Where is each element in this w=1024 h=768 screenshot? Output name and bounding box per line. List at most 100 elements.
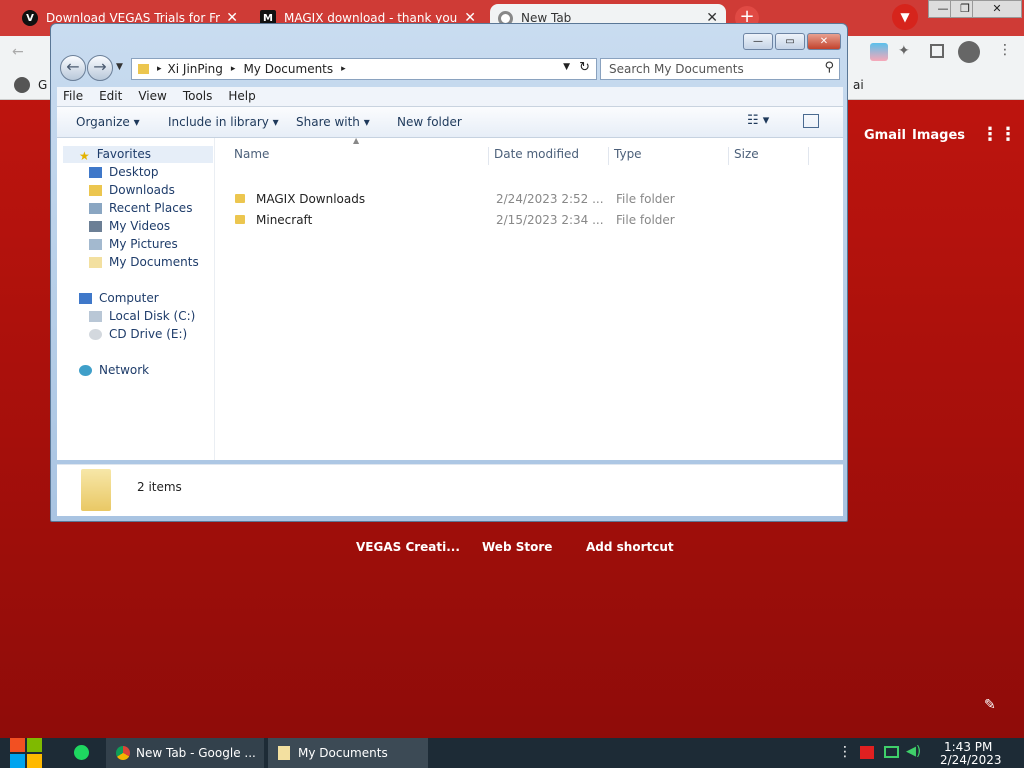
recent-pages-icon[interactable]: ▼ — [116, 62, 123, 72]
avatar[interactable] — [958, 41, 980, 63]
menu-help[interactable]: Help — [222, 87, 261, 106]
search-input[interactable]: Search My Documents ⚲ — [600, 58, 840, 80]
vegas-favicon-icon: V — [22, 10, 38, 26]
address-dropdown-icon[interactable]: ▼ — [563, 62, 570, 72]
nav-favorites[interactable]: ★ Favorites — [79, 147, 151, 163]
downloads-icon — [89, 184, 102, 196]
extensions-icon[interactable]: ✦ — [898, 43, 910, 59]
network-status-icon[interactable] — [884, 746, 899, 758]
nav-local-disk[interactable]: Local Disk (C:) — [89, 309, 195, 323]
desktop-icon — [89, 166, 102, 178]
column-type[interactable]: Type — [609, 147, 729, 165]
star-icon: ★ — [79, 148, 90, 163]
preview-pane-icon[interactable] — [803, 114, 819, 128]
more-menu-icon[interactable]: ⋮ — [998, 42, 1012, 58]
forward-button[interactable]: → — [87, 55, 113, 81]
action-center-flag-icon[interactable] — [860, 746, 874, 759]
pictures-icon — [89, 238, 102, 250]
file-name: Minecraft — [256, 213, 313, 227]
cd-drive-icon — [89, 328, 102, 340]
task-chrome[interactable]: New Tab - Google ... — [106, 738, 264, 768]
column-size[interactable]: Size — [729, 147, 809, 165]
folder-icon — [278, 746, 290, 760]
shortcut-add[interactable]: Add shortcut — [586, 540, 674, 554]
gmail-link[interactable]: Gmail — [864, 128, 906, 143]
nav-my-videos[interactable]: My Videos — [89, 219, 170, 233]
apps-grid-icon[interactable]: ⋮⋮ — [981, 124, 1017, 145]
file-date: 2/15/2023 2:34 ... — [496, 213, 604, 227]
organize-button[interactable]: Organize ▾ — [76, 115, 140, 129]
menu-bar: File Edit View Tools Help — [57, 87, 843, 107]
nav-network[interactable]: Network — [79, 363, 149, 377]
close-button[interactable]: ✕ — [972, 0, 1022, 18]
images-link[interactable]: Images — [912, 128, 965, 143]
nav-my-documents[interactable]: My Documents — [89, 255, 199, 269]
navigation-pane: ★ Favorites Desktop Downloads Recent Plac… — [57, 138, 215, 460]
back-icon[interactable]: ← — [12, 44, 24, 60]
breadcrumb-chevron-icon[interactable]: ▸ — [157, 64, 162, 74]
search-placeholder: Search My Documents — [609, 62, 744, 76]
menu-file[interactable]: File — [57, 87, 89, 106]
folder-large-icon — [81, 469, 111, 511]
clock-time[interactable]: 1:43 PM — [944, 740, 992, 754]
explorer-window: — ▭ ✕ ← → ▼ ▸ Xi JinPing ▸ My Documents … — [50, 23, 848, 522]
bookmark-label[interactable]: G — [38, 78, 47, 92]
file-row[interactable]: MAGIX Downloads 2/24/2023 2:52 ... File … — [229, 189, 675, 209]
column-date-modified[interactable]: Date modified — [489, 147, 609, 165]
back-button[interactable]: ← — [60, 55, 86, 81]
shortcut-vegas[interactable]: VEGAS Creati... — [356, 540, 460, 554]
task-my-documents[interactable]: My Documents — [268, 738, 428, 768]
side-panel-icon[interactable] — [930, 44, 944, 58]
file-row[interactable]: Minecraft 2/15/2023 2:34 ... File folder — [229, 210, 675, 230]
clock-date[interactable]: 2/24/2023 — [940, 753, 1002, 767]
recent-places-icon — [89, 202, 102, 214]
tray-overflow-icon[interactable]: ⋮ — [838, 744, 852, 760]
new-folder-button[interactable]: New folder — [397, 115, 462, 129]
customize-pencil-icon[interactable]: ✎ — [984, 697, 996, 713]
refresh-icon[interactable]: ↻ — [579, 60, 590, 75]
spotify-icon[interactable] — [74, 745, 89, 760]
volume-icon[interactable]: ◀) — [906, 744, 921, 759]
profile-flag-icon[interactable] — [870, 43, 888, 61]
start-button[interactable] — [10, 738, 44, 768]
menu-view[interactable]: View — [132, 87, 172, 106]
menu-edit[interactable]: Edit — [93, 87, 128, 106]
sort-arrow-icon: ▲ — [353, 136, 360, 145]
file-type: File folder — [616, 192, 675, 206]
folder-icon — [235, 215, 245, 224]
bookmark-icon[interactable] — [14, 77, 30, 93]
folder-icon — [235, 194, 245, 203]
nav-computer[interactable]: Computer — [79, 291, 159, 305]
include-in-library-button[interactable]: Include in library ▾ — [168, 115, 279, 129]
breadcrumb-chevron-icon[interactable]: ▸ — [231, 64, 236, 74]
content-area: ★ Favorites Desktop Downloads Recent Plac… — [57, 136, 843, 460]
nav-my-pictures[interactable]: My Pictures — [89, 237, 178, 251]
breadcrumb-user[interactable]: Xi JinPing — [168, 62, 223, 76]
documents-icon — [89, 256, 102, 268]
command-bar: Organize ▾ Include in library ▾ Share wi… — [57, 107, 843, 138]
breadcrumb-my-documents[interactable]: My Documents — [243, 62, 333, 76]
taskbar: New Tab - Google ... My Documents ⋮ ◀) 1… — [0, 738, 1024, 768]
shortcut-web-store[interactable]: Web Store — [482, 540, 552, 554]
breadcrumb-chevron-icon[interactable]: ▸ — [341, 64, 346, 74]
column-name[interactable]: Name — [229, 147, 489, 165]
item-count: 2 items — [137, 480, 182, 494]
nav-desktop[interactable]: Desktop — [89, 165, 159, 179]
maximize-button[interactable]: ▭ — [775, 33, 805, 50]
address-bar[interactable]: ▸ Xi JinPing ▸ My Documents ▸ ▼ ↻ — [131, 58, 597, 80]
search-icon[interactable]: ⚲ — [824, 60, 834, 75]
view-options-icon[interactable]: ☷ ▾ — [747, 113, 769, 128]
computer-icon — [79, 292, 92, 304]
minimize-button[interactable]: — — [743, 33, 773, 50]
nav-downloads[interactable]: Downloads — [89, 183, 175, 197]
network-icon — [79, 364, 92, 376]
nav-cd-drive[interactable]: CD Drive (E:) — [89, 327, 187, 341]
close-button[interactable]: ✕ — [807, 33, 841, 50]
bookmark-label-partial[interactable]: ai — [853, 78, 864, 92]
file-type: File folder — [616, 213, 675, 227]
chevron-down-icon[interactable]: ▼ — [892, 4, 918, 30]
file-date: 2/24/2023 2:52 ... — [496, 192, 604, 206]
share-with-button[interactable]: Share with ▾ — [296, 115, 370, 129]
menu-tools[interactable]: Tools — [177, 87, 219, 106]
nav-recent-places[interactable]: Recent Places — [89, 201, 192, 215]
